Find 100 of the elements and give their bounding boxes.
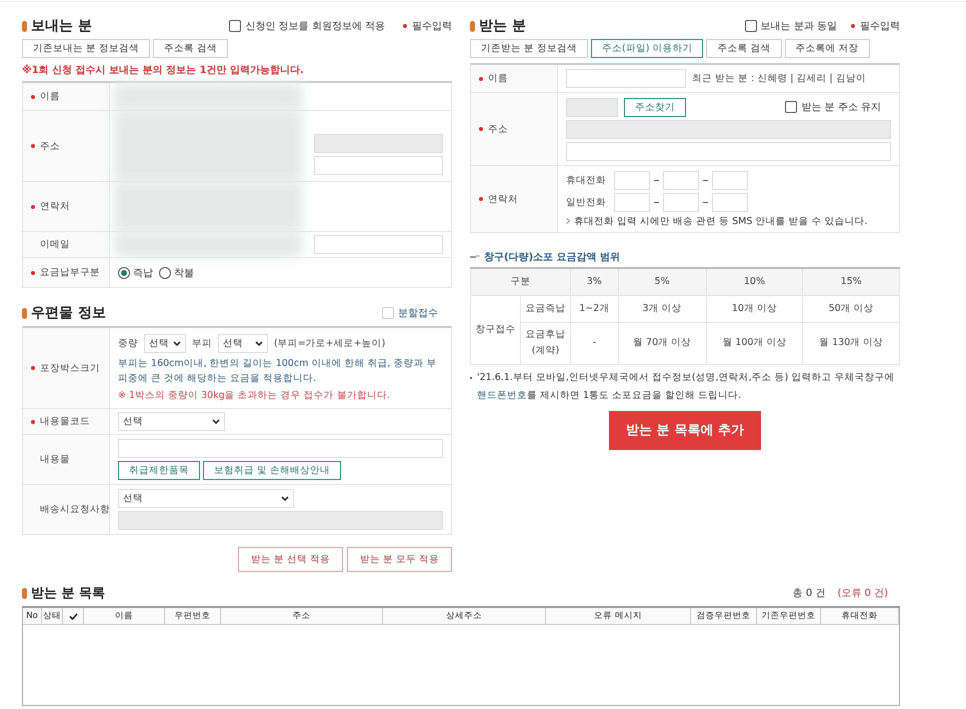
email-field[interactable] [314, 235, 443, 254]
checkbox[interactable] [229, 20, 242, 32]
section-title: 보내는 분 [22, 17, 230, 35]
table-cell: 월 130개 이상 [802, 322, 900, 364]
search-button[interactable]: 주소록 검색 [153, 39, 228, 58]
field-label: 연락처 [488, 192, 518, 206]
content-code-select[interactable]: 선택 [118, 412, 225, 431]
phone-field[interactable] [663, 170, 699, 190]
table-cell: 50개 이상 [802, 295, 900, 322]
info-button[interactable]: 보험취급 및 손해배상안내 [203, 461, 342, 480]
phone-label: 일반전화 [566, 196, 607, 208]
sms-hint: 휴대전화 입력 시에만 배송 관련 등 SMS 안내를 받을 수 있습니다. [574, 214, 868, 228]
field-label: 이름 [40, 90, 60, 103]
phone-field[interactable] [614, 170, 650, 190]
request-select[interactable]: 선택 [118, 489, 294, 508]
search-button[interactable]: 기존보내는 분 정보검색 [22, 39, 150, 58]
required-mark-icon [31, 94, 35, 98]
field-label: 주소 [40, 140, 60, 152]
section-title: 우편물 정보 [22, 304, 382, 322]
column-header: No [23, 608, 42, 624]
search-button[interactable]: 주소록에 저장 [784, 39, 870, 58]
table-header-cell: 3% [570, 268, 618, 295]
search-button[interactable]: 주소록 검색 [706, 39, 782, 58]
required-mark-icon [31, 366, 35, 370]
radio-label: 착불 [174, 266, 194, 280]
field-label: 배송시요청사항 [40, 503, 110, 516]
table-header-cell: 구분 [470, 268, 570, 295]
size-info-text: 부피는 160cm이내, 한변의 길이는 100cm 이내에 한해 취급, 중량과 부피중에 큰 것에 해당하는 요금을 적용합니다. [118, 357, 438, 386]
table-cell: 3개 이상 [618, 295, 706, 322]
field-label: 주소 [488, 122, 508, 136]
table-header-cell: 5% [618, 268, 706, 295]
column-header: 상세주소 [383, 608, 546, 624]
dropdown-caret-icon [173, 340, 181, 346]
field-label: 연락처 [40, 200, 70, 213]
required-mark-icon [31, 270, 35, 274]
dropdown-caret-icon [212, 418, 220, 424]
chevron-right-icon [566, 218, 570, 224]
column-header: 우편번호 [165, 608, 221, 624]
field-label: 포장박스크기 [40, 362, 100, 374]
phone-field[interactable] [712, 170, 748, 190]
discount-note: '21.6.1.부터 모바일,인터넷우체국에서 접수정보(성명,연락처,주소 등) 입력하고 우체국창구에 핸드폰번호를 제시하면 1통도 소포요금을 할인해 드립니다. [477, 370, 896, 402]
phone-number-link[interactable]: 핸드폰번호 [477, 390, 527, 400]
column-header: 오류 메시지 [546, 608, 691, 624]
radio-button[interactable] [159, 266, 171, 278]
dropdown-caret-icon [281, 496, 289, 502]
name-field[interactable] [566, 69, 686, 88]
weight-label: 중량 [118, 337, 138, 350]
phone-field[interactable] [712, 192, 748, 212]
field-label: 내용물 [40, 453, 70, 466]
table-header-cell: 10% [706, 268, 803, 295]
dropdown-caret-icon [255, 340, 263, 346]
search-button[interactable]: 기존받는 분 정보검색 [470, 39, 588, 58]
table-header-cell: 15% [802, 268, 900, 295]
required-mark-icon [479, 76, 483, 80]
contents-field[interactable] [118, 439, 443, 458]
apply-button[interactable]: 받는 분 모두 적용 [346, 547, 452, 572]
address-search-button[interactable]: 주소찾기 [624, 98, 686, 116]
volume-label: 부피 [192, 337, 212, 350]
checkbox-label: 받는 분 주소 유지 [801, 101, 881, 114]
radio-button[interactable] [118, 266, 130, 278]
phone-field[interactable] [663, 192, 699, 212]
required-mark-icon [851, 24, 855, 28]
column-header: 주소 [221, 608, 383, 624]
required-note: 필수입력 [860, 20, 900, 33]
required-mark-icon [31, 420, 35, 424]
table-cell: - [570, 322, 618, 364]
volume-select[interactable]: 선택 [218, 334, 268, 353]
table-cell: 10개 이상 [706, 295, 803, 322]
table-cell: 창구접수 [470, 295, 520, 364]
sender-warning: ※1회 신청 접수시 보내는 분의 정보는 1건만 입력가능합니다. [22, 64, 305, 77]
table-cell: 요금후납 (계약) [520, 322, 570, 364]
detail-address-field[interactable] [566, 142, 891, 160]
detail-address-field[interactable] [314, 156, 443, 175]
field-label: 이메일 [40, 238, 70, 251]
phone-label: 휴대전화 [566, 174, 607, 186]
weight-select[interactable]: 선택 [144, 334, 186, 353]
error-count: (오류 0 건) [837, 587, 888, 600]
required-mark-icon [31, 144, 35, 148]
volume-formula: (부피=가로+세로+높이) [274, 337, 386, 350]
field-label: 내용물코드 [40, 415, 90, 428]
radio-label: 즉납 [133, 266, 153, 280]
address-field[interactable] [314, 134, 443, 153]
required-note: 필수입력 [412, 20, 452, 33]
info-button[interactable]: 취급제한품목 [118, 461, 200, 480]
table-cell: 월 70개 이상 [618, 322, 706, 364]
search-button[interactable]: 주소(파일) 이용하기 [591, 39, 704, 58]
required-mark-icon [31, 204, 35, 208]
add-to-list-button[interactable]: 받는 분 목록에 추가 [609, 410, 761, 450]
field-label: 이름 [488, 72, 508, 85]
postcode-field[interactable] [566, 98, 618, 116]
check-icon[interactable] [68, 612, 78, 620]
apply-button[interactable]: 받는 분 선택 적용 [238, 547, 343, 572]
request-field[interactable] [118, 511, 443, 530]
phone-field[interactable] [614, 192, 650, 212]
recent-recipients: 최근 받는 분 : 신혜령 | 김세리 | 김남이 [692, 72, 866, 85]
discount-title: 창구(다량)소포 요금감액 범위 [484, 251, 620, 264]
address-field[interactable] [566, 120, 891, 138]
checkbox[interactable] [744, 20, 757, 32]
required-mark-icon [479, 197, 483, 201]
checkbox[interactable] [785, 101, 798, 113]
